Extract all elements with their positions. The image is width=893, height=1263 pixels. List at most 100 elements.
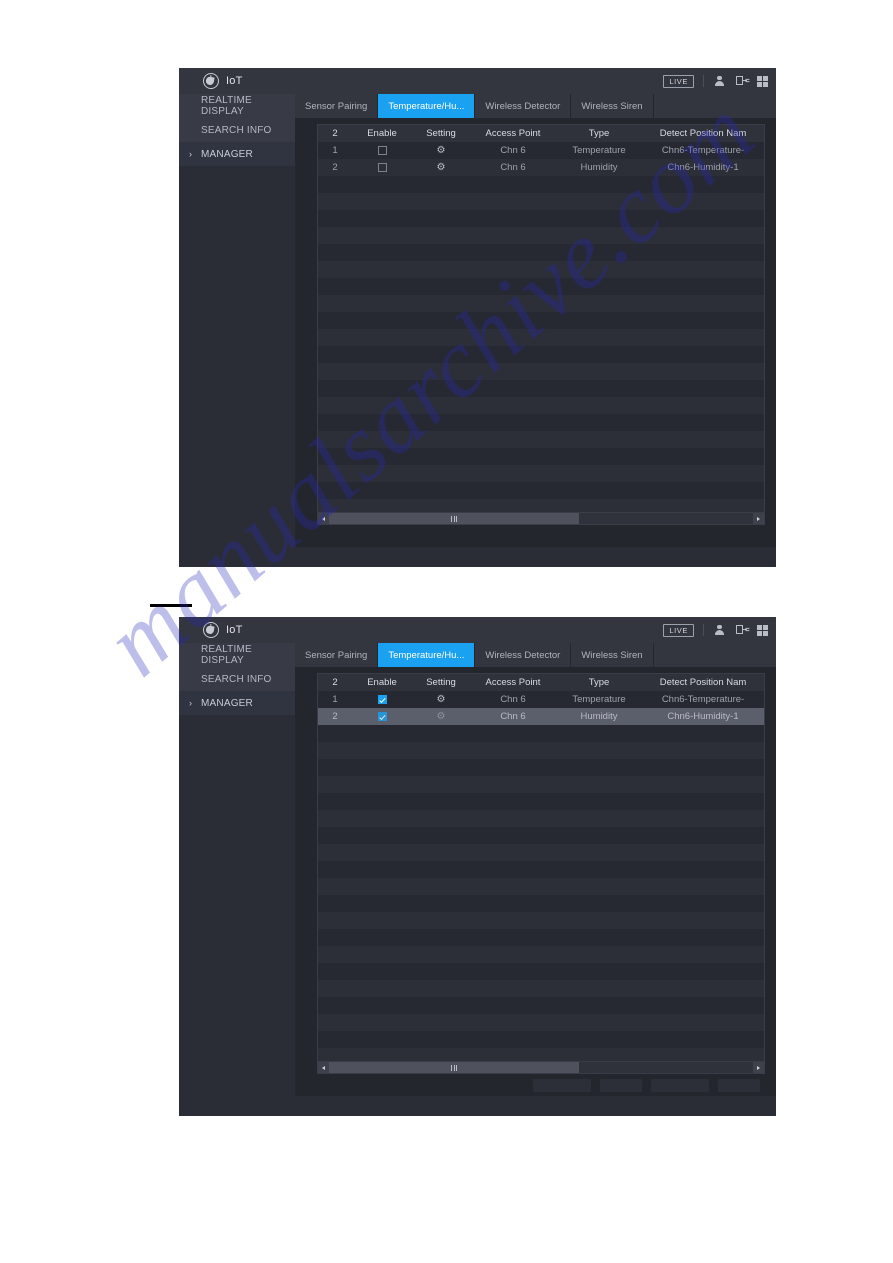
sidebar-item-label: MANAGER [201, 697, 253, 709]
sidebar-item-realtime-display[interactable]: REALTIME DISPLAY [179, 94, 295, 118]
horizontal-scrollbar[interactable] [318, 1061, 764, 1073]
window-body: REALTIME DISPLAY SEARCH INFO › MANAGER S… [179, 94, 776, 547]
scroll-right-button[interactable] [753, 513, 764, 524]
column-header-detect-position: Detect Position Nam [659, 677, 747, 688]
column-header-detect-position: Detect Position Nam [659, 128, 747, 139]
enable-checkbox[interactable] [377, 694, 387, 704]
user-icon[interactable] [713, 624, 726, 637]
arrow-left-icon [322, 516, 325, 521]
title-bar: IoT LIVE [179, 68, 776, 94]
tab-sensor-pairing[interactable]: Sensor Pairing [295, 643, 379, 667]
sidebar-item-label: REALTIME DISPLAY [201, 644, 252, 666]
horizontal-scrollbar[interactable] [318, 512, 764, 524]
row-setting-cell[interactable]: ⚙ [412, 694, 470, 705]
iot-window-checked: IoT LIVE REALTIME DISPLAY SEARCH INFO › … [179, 617, 776, 1116]
sidebar-item-realtime-display[interactable]: REALTIME DISPLAY [179, 643, 295, 667]
table-row[interactable]: 1 ⚙ Chn 6 Temperature Chn6-Temperature- [318, 691, 764, 708]
sidebar: REALTIME DISPLAY SEARCH INFO › MANAGER [179, 643, 295, 1096]
row-type: Temperature [572, 145, 626, 156]
title-bar-right: LIVE [663, 623, 768, 637]
title-bar-left: IoT [203, 73, 243, 89]
row-detect-position: Chn6-Temperature- [661, 694, 745, 705]
scroll-left-button[interactable] [318, 1062, 329, 1073]
tab-label: Sensor Pairing [305, 100, 368, 112]
scroll-left-button[interactable] [318, 513, 329, 524]
action-button-1[interactable] [533, 1078, 591, 1092]
table-row[interactable]: 1 ⚙ Chn 6 Temperature Chn6-Temperature- [318, 142, 764, 159]
sidebar-item-manager[interactable]: › MANAGER [179, 142, 295, 166]
live-badge[interactable]: LIVE [663, 623, 694, 637]
tab-temperature-humidity[interactable]: Temperature/Hu... [378, 94, 476, 118]
table-row[interactable]: 2 ⚙ Chn 6 Humidity Chn6-Humidity-1 [318, 708, 764, 725]
column-header-setting: Setting [426, 677, 456, 688]
sidebar-item-search-info[interactable]: SEARCH INFO [179, 667, 295, 691]
sidebar: REALTIME DISPLAY SEARCH INFO › MANAGER [179, 94, 295, 547]
tab-strip: Sensor Pairing Temperature/Hu... Wireles… [295, 94, 776, 118]
row-setting-cell[interactable]: ⚙ [412, 145, 470, 156]
tab-label: Wireless Detector [485, 100, 561, 112]
column-header-setting: Setting [426, 128, 456, 139]
tab-strip-filler [653, 643, 776, 667]
column-header-type: Type [588, 128, 610, 139]
chevron-right-icon: › [189, 697, 193, 708]
row-enable-cell[interactable] [352, 711, 412, 722]
action-button-2[interactable] [600, 1078, 642, 1092]
tab-temperature-humidity[interactable]: Temperature/Hu... [378, 643, 476, 667]
table-empty-rows [318, 176, 764, 512]
sidebar-item-search-info[interactable]: SEARCH INFO [179, 118, 295, 142]
table-wrapper: 2 Enable Setting Access Point Type Detec… [295, 667, 776, 1074]
sidebar-item-label: SEARCH INFO [201, 124, 272, 136]
row-enable-cell[interactable] [352, 145, 412, 156]
table-header-row: 2 Enable Setting Access Point Type Detec… [318, 125, 764, 142]
tab-wireless-siren[interactable]: Wireless Siren [571, 643, 654, 667]
tab-wireless-siren[interactable]: Wireless Siren [571, 94, 654, 118]
scrollbar-track[interactable] [329, 1062, 753, 1073]
gear-icon[interactable]: ⚙ [437, 712, 446, 722]
row-detect-position: Chn6-Humidity-1 [667, 162, 739, 173]
action-button-3[interactable] [651, 1078, 709, 1092]
scrollbar-track[interactable] [329, 513, 753, 524]
row-index: 2 [332, 162, 338, 173]
row-index: 2 [332, 711, 338, 722]
sensor-table: 2 Enable Setting Access Point Type Detec… [317, 124, 765, 525]
title-bar-left: IoT [203, 622, 243, 638]
iot-globe-icon [203, 622, 219, 638]
user-icon[interactable] [713, 75, 726, 88]
sidebar-item-manager[interactable]: › MANAGER [179, 691, 295, 715]
row-setting-cell[interactable]: ⚙ [412, 162, 470, 173]
tab-sensor-pairing[interactable]: Sensor Pairing [295, 94, 379, 118]
table-row[interactable]: 2 ⚙ Chn 6 Humidity Chn6-Humidity-1 [318, 159, 764, 176]
row-type: Temperature [572, 694, 626, 705]
scrollbar-thumb[interactable] [329, 1062, 580, 1073]
panel-divider-rule [150, 604, 192, 607]
scrollbar-thumb[interactable] [329, 513, 580, 524]
row-detect-position: Chn6-Temperature- [661, 145, 745, 156]
row-enable-cell[interactable] [352, 694, 412, 705]
gear-icon[interactable]: ⚙ [437, 695, 446, 705]
gear-icon[interactable]: ⚙ [437, 146, 446, 156]
row-enable-cell[interactable] [352, 162, 412, 173]
window-bottom-padding [179, 1096, 776, 1116]
column-header-access-point: Access Point [485, 677, 541, 688]
logout-icon[interactable] [735, 624, 748, 637]
content-area: Sensor Pairing Temperature/Hu... Wireles… [295, 94, 776, 547]
gear-icon[interactable]: ⚙ [437, 163, 446, 173]
tab-wireless-detector[interactable]: Wireless Detector [475, 94, 572, 118]
action-button-4[interactable] [718, 1078, 760, 1092]
enable-checkbox[interactable] [377, 145, 387, 155]
sidebar-item-label: MANAGER [201, 148, 253, 160]
row-detect-position: Chn6-Humidity-1 [667, 711, 739, 722]
scroll-right-button[interactable] [753, 1062, 764, 1073]
action-bar [295, 525, 776, 547]
enable-checkbox[interactable] [377, 711, 387, 721]
row-index: 1 [332, 694, 338, 705]
grid-layout-icon[interactable] [757, 625, 768, 636]
live-badge[interactable]: LIVE [663, 74, 694, 88]
enable-checkbox[interactable] [377, 162, 387, 172]
column-header-enable: Enable [367, 677, 397, 688]
logout-icon[interactable] [735, 75, 748, 88]
row-setting-cell[interactable]: ⚙ [412, 711, 470, 722]
grid-layout-icon[interactable] [757, 76, 768, 87]
tab-wireless-detector[interactable]: Wireless Detector [475, 643, 572, 667]
tab-label: Wireless Detector [485, 649, 561, 661]
